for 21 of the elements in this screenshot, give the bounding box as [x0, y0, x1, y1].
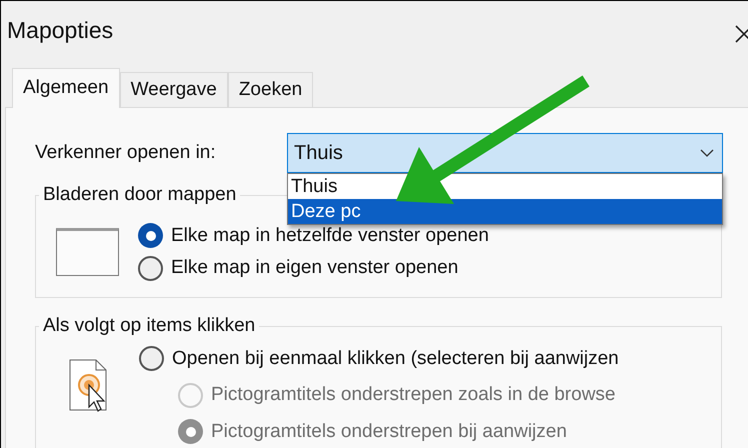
- radio-button[interactable]: [139, 346, 164, 372]
- tab[interactable]: Algemeen: [12, 68, 120, 108]
- tab[interactable]: Weergave: [120, 72, 228, 107]
- window-icon: [56, 228, 119, 276]
- radio-button[interactable]: [138, 256, 163, 281]
- group-title: Bladeren door mappen: [42, 183, 238, 207]
- radio-label: Pictogramtitels onderstrepen bij aanwijzen: [211, 420, 567, 444]
- group-title: Als volgt op items klikken: [42, 314, 256, 338]
- dropdown-field[interactable]: Thuis: [287, 133, 723, 173]
- radio-label: Elke map in hetzelfde venster openen: [171, 224, 489, 248]
- chevron-icon: [700, 149, 714, 157]
- dropdown-option[interactable]: Thuis: [288, 174, 722, 199]
- radio-label: Elke map in eigen venster openen: [171, 256, 458, 280]
- close-icon[interactable]: [734, 24, 748, 44]
- radio-button[interactable]: [138, 223, 163, 248]
- radio-label: Openen bij eenmaal klikken (selecteren bij aanwijzen: [172, 346, 619, 370]
- tab[interactable]: Zoeken: [228, 72, 314, 107]
- dropdown-option[interactable]: Deze pc: [288, 199, 722, 224]
- field-label: Verkenner openen in:: [35, 140, 217, 165]
- window-title: Mapopties: [7, 16, 114, 45]
- radio-label: Pictogramtitels onderstrepen zoals in de browse: [211, 383, 616, 407]
